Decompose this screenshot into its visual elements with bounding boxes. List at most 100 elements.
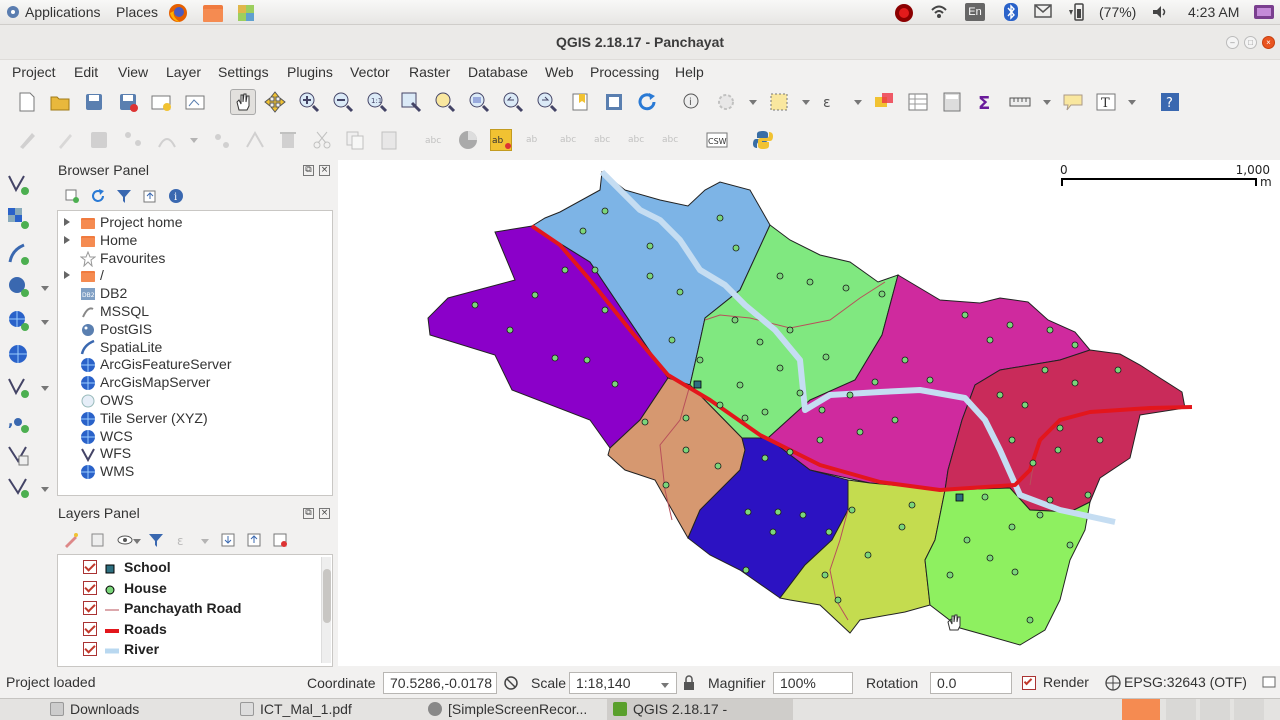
expand-all-icon[interactable] [220, 532, 236, 548]
cube-app-icon[interactable] [236, 3, 254, 21]
move-feature-icon[interactable] [210, 129, 232, 151]
zoom-last-icon[interactable] [502, 91, 524, 113]
taskbar-qgis[interactable]: QGIS 2.18.17 - Pancha... [607, 699, 793, 720]
zoom-to-selection-icon[interactable] [434, 91, 456, 113]
browser-item[interactable]: Tile Server (XYZ) [58, 410, 328, 428]
pan-to-selection-icon[interactable] [264, 91, 286, 113]
bluetooth-icon[interactable] [1003, 3, 1021, 21]
copy-features-icon[interactable] [344, 129, 366, 151]
add-raster-layer-icon[interactable] [6, 206, 30, 230]
refresh-icon[interactable] [636, 91, 658, 113]
layer-row[interactable]: School [58, 558, 318, 578]
filter-browser-icon[interactable] [116, 188, 132, 204]
workspace-2[interactable] [1166, 699, 1196, 720]
menu-project[interactable]: Project [12, 64, 56, 80]
python-console-icon[interactable] [752, 129, 774, 151]
add-csw-layer-icon[interactable]: CSW [706, 129, 728, 151]
menu-web[interactable]: Web [545, 64, 574, 80]
layer-visibility-checkbox[interactable] [83, 580, 97, 595]
add-selected-layers-icon[interactable] [64, 188, 80, 204]
render-checkbox[interactable] [1022, 676, 1036, 690]
save-project-icon[interactable] [83, 91, 105, 113]
new-spatialite-layer-icon[interactable] [6, 475, 30, 499]
workspace-3[interactable] [1200, 699, 1230, 720]
browser-item[interactable]: SpatiaLite [58, 339, 328, 357]
clock[interactable]: 4:23 AM [1188, 4, 1239, 20]
expand-arrow-icon[interactable] [64, 218, 70, 226]
power-icon[interactable] [1253, 3, 1274, 21]
rotation-spinbox[interactable]: 0.0 [930, 672, 1012, 694]
workspace-switcher-icon[interactable] [1122, 699, 1160, 720]
paste-features-icon[interactable] [378, 129, 400, 151]
browser-item[interactable]: ArcGisMapServer [58, 374, 328, 392]
help-contents-icon[interactable]: ? [1159, 91, 1181, 113]
workspace-4[interactable] [1234, 699, 1264, 720]
menu-edit[interactable]: Edit [74, 64, 98, 80]
properties-info-icon[interactable]: i [168, 188, 184, 204]
taskbar-screen-recorder[interactable]: [SimpleScreenRecor... [422, 699, 593, 720]
minimize-button[interactable]: – [1226, 36, 1239, 49]
taskbar-downloads[interactable]: Downloads [44, 699, 145, 720]
files-icon[interactable] [202, 3, 223, 22]
layer-visibility-checkbox[interactable] [83, 642, 97, 657]
remove-layer-icon[interactable] [272, 532, 288, 548]
browser-item[interactable]: OWS [58, 392, 328, 410]
new-bookmark-icon[interactable] [570, 91, 592, 113]
visibility-dropdown[interactable] [133, 539, 141, 544]
composer-manager-icon[interactable] [184, 91, 206, 113]
applications-menu[interactable]: Applications [25, 4, 101, 20]
run-feature-action-icon[interactable] [715, 91, 737, 113]
pan-map-icon[interactable] [230, 89, 256, 115]
rotate-label-icon[interactable]: abc [626, 129, 648, 151]
map-canvas[interactable]: 0 1,000 m [338, 160, 1280, 666]
layer-visibility-checkbox[interactable] [83, 560, 97, 574]
menu-plugins[interactable]: Plugins [287, 64, 333, 80]
open-project-icon[interactable] [49, 91, 71, 113]
add-group-icon[interactable] [90, 532, 106, 548]
menu-settings[interactable]: Settings [218, 64, 269, 80]
record-indicator-icon[interactable] [893, 3, 913, 22]
delete-selected-icon[interactable] [277, 129, 299, 151]
collapse-all-icon[interactable] [142, 188, 158, 204]
move-label-icon[interactable]: abc [592, 129, 614, 151]
places-menu[interactable]: Places [116, 4, 158, 20]
menu-database[interactable]: Database [468, 64, 528, 80]
measure-line-icon[interactable] [1009, 91, 1031, 113]
maximize-button[interactable]: □ [1244, 36, 1257, 49]
show-bookmarks-icon[interactable] [603, 91, 625, 113]
menu-view[interactable]: View [118, 64, 148, 80]
layers-close-button[interactable]: × [319, 508, 330, 519]
open-attribute-table-icon[interactable] [907, 91, 929, 113]
browser-item[interactable]: Home [58, 232, 328, 250]
feature-action-dropdown[interactable] [749, 100, 757, 105]
browser-item[interactable]: MSSQL [58, 303, 328, 321]
layer-visibility-checkbox[interactable] [83, 601, 97, 616]
deselect-features-icon[interactable] [873, 91, 895, 113]
select-by-expression-dropdown[interactable] [854, 100, 862, 105]
select-by-value-icon[interactable]: ε [820, 91, 842, 113]
lock-scale-icon[interactable] [682, 675, 696, 694]
add-vector-layer-icon[interactable] [6, 172, 30, 196]
save-layer-edits-icon[interactable] [88, 129, 110, 151]
add-circular-string-icon[interactable] [156, 129, 178, 151]
layer-row[interactable]: Panchayath Road [58, 599, 318, 619]
menu-raster[interactable]: Raster [409, 64, 450, 80]
browser-item[interactable]: / [58, 267, 328, 285]
messages-icon[interactable] [1262, 676, 1276, 693]
scale-dropdown-arrow[interactable] [661, 683, 669, 688]
save-as-icon[interactable] [117, 91, 139, 113]
browser-item[interactable]: WCS [58, 428, 328, 446]
browser-item[interactable]: WFS [58, 445, 328, 463]
node-tool-icon[interactable] [244, 129, 266, 151]
layers-tree[interactable]: School House Panchayath Road Roads River [57, 554, 333, 667]
zoom-native-icon[interactable]: 1:1 [366, 91, 388, 113]
new-layer-dropdown[interactable] [41, 487, 49, 492]
style-manager-icon[interactable] [63, 532, 79, 548]
browser-close-button[interactable]: × [319, 165, 330, 176]
browser-item[interactable]: Favourites [58, 250, 328, 268]
add-wms-layer-icon[interactable] [6, 308, 30, 332]
volume-icon[interactable] [1151, 3, 1169, 21]
layer-diagram-icon[interactable] [457, 129, 479, 151]
layer-labeling-icon[interactable]: abc [423, 129, 445, 151]
map-tips-icon[interactable] [1062, 91, 1084, 113]
